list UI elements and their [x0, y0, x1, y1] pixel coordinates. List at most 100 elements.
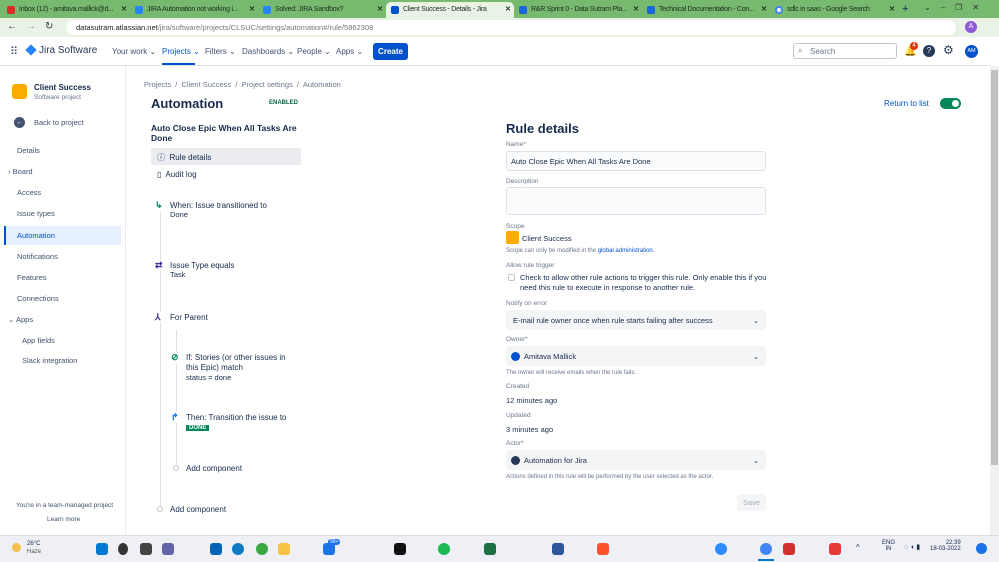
zoom-icon[interactable] [715, 543, 727, 555]
audit-log-menu-item[interactable]: ▯ Audit log [157, 170, 197, 179]
condition-component[interactable]: Issue Type equals Task [170, 261, 234, 279]
if-condition-component[interactable]: If: Stories (or other issues in this Epi… [186, 353, 296, 383]
nav-dashboards[interactable]: Dashboards ⌄ [242, 47, 294, 56]
sidebar-item-slack-integration[interactable]: Slack integration [22, 356, 77, 365]
save-button[interactable]: Save [737, 494, 766, 511]
notify-select[interactable]: E-mail rule owner once when rule starts … [506, 310, 766, 330]
close-icon[interactable]: ✕ [377, 5, 383, 13]
breadcrumb: Projects / Client Success / Project sett… [144, 80, 341, 89]
breadcrumb-projects[interactable]: Projects [144, 80, 171, 89]
window-controls[interactable]: ⌄–❐✕ [924, 3, 989, 12]
app-icon[interactable] [829, 543, 841, 555]
breadcrumb-project[interactable]: Client Success [182, 80, 232, 89]
search-input[interactable]: Search [793, 43, 897, 59]
sidebar-item-issue-types[interactable]: Issue types [17, 209, 55, 218]
actor-select[interactable]: Automation for Jira ⌄ [506, 450, 766, 470]
utorrent-icon[interactable] [256, 543, 268, 555]
chrome-icon[interactable] [760, 543, 772, 555]
return-to-list-link[interactable]: Return to list [884, 99, 929, 108]
scope-label: Scope [506, 223, 525, 230]
product-logo[interactable]: Jira Software [39, 45, 97, 56]
sidebar-item-apps[interactable]: ⌄ Apps [8, 315, 33, 324]
rule-details-menu-item[interactable]: ⓘ Rule details [157, 152, 211, 163]
sidebar-item-connections[interactable]: Connections [17, 294, 59, 303]
search-taskbar-icon[interactable] [118, 543, 128, 555]
start-icon[interactable] [96, 543, 108, 555]
acrobat-icon[interactable] [783, 543, 795, 555]
forward-icon[interactable]: → [26, 21, 36, 32]
close-icon[interactable]: ✕ [633, 5, 639, 13]
nav-filters[interactable]: Filters ⌄ [205, 47, 236, 56]
nav-apps[interactable]: Apps ⌄ [336, 47, 363, 56]
spotify-icon[interactable] [438, 543, 450, 555]
nav-people[interactable]: People ⌄ [297, 47, 331, 56]
outlook-icon[interactable] [210, 543, 222, 555]
browser-tab[interactable]: Solved: JIRA Sandbox? ✕ [258, 2, 386, 18]
owner-select[interactable]: Amitava Mallick ⌄ [506, 346, 766, 366]
file-explorer-icon[interactable] [278, 543, 290, 555]
browser-tab-active[interactable]: Client Success - Details - Jira ✕ [386, 2, 514, 18]
browser-tab[interactable]: Technical Documentation - Con... ✕ [642, 2, 770, 18]
help-icon[interactable]: ? [923, 45, 935, 57]
sidebar-item-access[interactable]: Access [17, 188, 41, 197]
description-textarea[interactable] [506, 187, 766, 215]
language-indicator[interactable]: ENG IN [882, 540, 895, 552]
branch-component[interactable]: For Parent [170, 313, 208, 322]
back-icon[interactable]: ← [7, 21, 17, 32]
sidebar-item-automation[interactable]: Automation [17, 231, 55, 240]
close-icon[interactable]: ✕ [249, 5, 255, 13]
brave-icon[interactable] [597, 543, 609, 555]
app-switcher-icon[interactable]: ⠿ [10, 45, 18, 58]
allow-trigger-checkbox[interactable] [508, 274, 515, 281]
reload-icon[interactable]: ↻ [45, 21, 53, 32]
weather-temp[interactable]: 26°C [27, 541, 40, 547]
notification-center-icon[interactable] [976, 543, 987, 554]
new-tab-icon[interactable]: + [902, 3, 908, 15]
sidebar-item-app-fields[interactable]: App fields [22, 336, 55, 345]
excel-icon[interactable] [484, 543, 496, 555]
trigger-component[interactable]: When: Issue transitioned to Done [170, 201, 270, 219]
close-icon[interactable]: ✕ [761, 5, 767, 13]
rule-enabled-toggle[interactable] [940, 98, 961, 109]
profile-avatar[interactable]: A [965, 21, 977, 33]
page-scrollbar[interactable] [990, 66, 999, 535]
sidebar-item-board[interactable]: › Board [8, 167, 33, 176]
close-icon[interactable]: ✕ [121, 5, 127, 13]
wifi-volume-battery-icons[interactable]: ◌ ◖ ▮ [904, 543, 920, 551]
user-avatar[interactable]: AM [965, 45, 978, 58]
edge-icon[interactable] [232, 543, 244, 555]
global-admin-link[interactable]: global administration. [598, 248, 655, 254]
scope-value: Client Success [522, 234, 572, 243]
sidebar-item-details[interactable]: Details [17, 146, 40, 155]
action-component[interactable]: Then: Transition the issue to DONE [186, 413, 287, 431]
browser-tab[interactable]: JIRA Automation not working i... ✕ [130, 2, 258, 18]
sidebar-item-features[interactable]: Features [17, 273, 47, 282]
tab-title: Client Success - Details - Jira [403, 6, 487, 13]
add-component-branch[interactable]: Add component [186, 464, 242, 473]
nav-your-work[interactable]: Your work ⌄ [112, 47, 156, 56]
taskview-icon[interactable] [140, 543, 152, 555]
branch-flow-line [176, 330, 177, 468]
url-input[interactable]: datasutram.atlassian.net/jira/software/p… [66, 20, 956, 35]
browser-tab[interactable]: Inbox (12) - amitava.mallick@d... ✕ [2, 2, 130, 18]
browser-tab[interactable]: R&R Sprint 0 - Data Sutram Pla... ✕ [514, 2, 642, 18]
close-icon[interactable]: ✕ [889, 5, 895, 13]
close-icon[interactable]: ✕ [505, 5, 511, 13]
add-component-root[interactable]: Add component [170, 505, 226, 514]
sidebar-item-notifications[interactable]: Notifications [17, 252, 58, 261]
create-button[interactable]: Create [373, 43, 408, 60]
nav-projects[interactable]: Projects ⌄ [162, 47, 200, 56]
tray-chevron-icon[interactable]: ^ [856, 543, 860, 552]
clock[interactable]: 22:39 18-03-2022 [930, 540, 961, 552]
breadcrumb-automation[interactable]: Automation [303, 80, 341, 89]
netflix-icon[interactable] [394, 543, 406, 555]
condition-icon: ⇄ [155, 260, 163, 271]
settings-icon[interactable]: ⚙ [943, 43, 954, 57]
browser-tab[interactable]: sdlc in saas - Google Search ✕ [770, 2, 898, 18]
breadcrumb-settings[interactable]: Project settings [242, 80, 293, 89]
teams-icon[interactable] [162, 543, 174, 555]
name-input[interactable]: Auto Close Epic When All Tasks Are Done [506, 151, 766, 171]
learn-more-link[interactable]: Learn more [47, 516, 80, 523]
back-to-project-link[interactable]: Back to project [34, 118, 84, 127]
word-icon[interactable] [552, 543, 564, 555]
